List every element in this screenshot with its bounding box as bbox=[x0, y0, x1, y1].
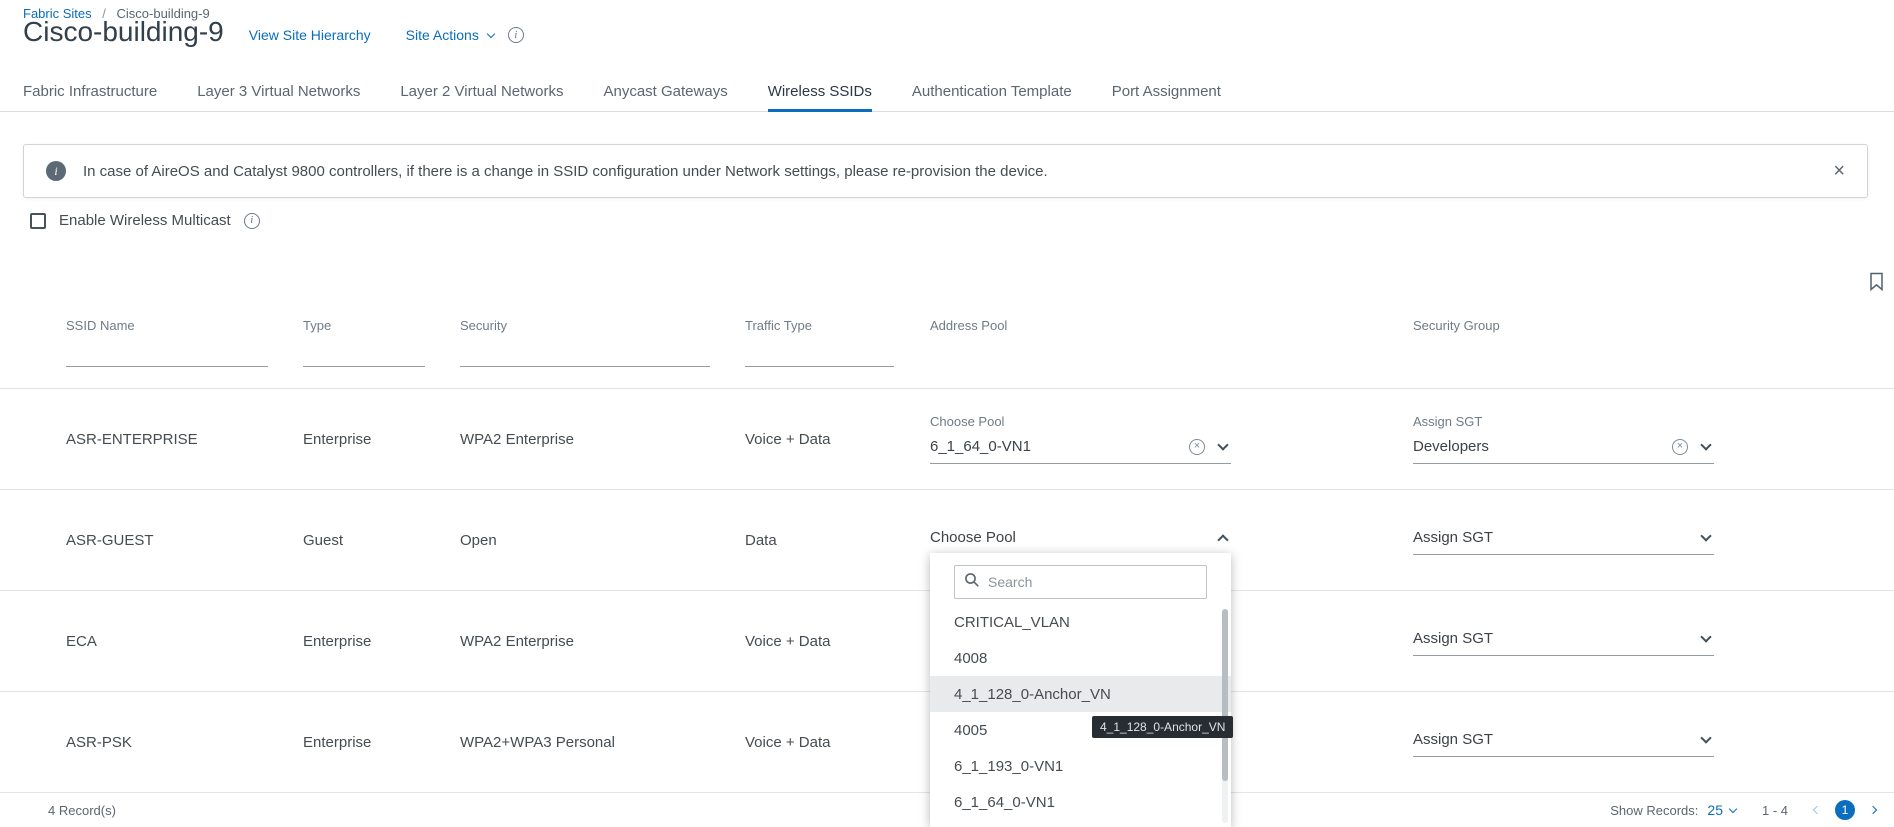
wireless-multicast-label: Enable Wireless Multicast bbox=[59, 212, 231, 229]
page-title: Cisco-building-9 bbox=[23, 16, 224, 47]
page-header: Cisco-building-9 View Site Hierarchy Sit… bbox=[23, 16, 524, 48]
security-group-combobox[interactable]: Assign SGT Developers × bbox=[1413, 414, 1714, 464]
clear-icon[interactable]: × bbox=[1189, 438, 1205, 455]
cell-traffic-type: Voice + Data bbox=[745, 430, 831, 448]
security-group-combobox-label: Assign SGT bbox=[1413, 414, 1483, 429]
table-row: ASR-ENTERPRISE Enterprise WPA2 Enterpris… bbox=[0, 389, 1894, 490]
cell-ssid-name: ASR-GUEST bbox=[66, 531, 154, 549]
previous-page-icon[interactable] bbox=[1812, 805, 1822, 815]
address-pool-dropdown-panel: CRITICAL_VLAN 4008 4_1_128_0-Anchor_VN 4… bbox=[930, 553, 1231, 827]
dropdown-option[interactable]: 6_1_64_0-VN1 bbox=[930, 784, 1231, 820]
dropdown-option[interactable]: 4008 bbox=[930, 640, 1231, 676]
cell-traffic-type: Voice + Data bbox=[745, 733, 831, 751]
cell-ssid-name: ASR-ENTERPRISE bbox=[66, 430, 198, 448]
address-pool-combobox-label: Choose Pool bbox=[930, 414, 1005, 429]
wireless-multicast-checkbox[interactable] bbox=[30, 212, 46, 229]
chevron-down-icon bbox=[486, 29, 496, 38]
column-header-address-pool: Address Pool bbox=[930, 318, 1008, 333]
chevron-down-icon[interactable] bbox=[1700, 439, 1712, 451]
tab-authentication-template[interactable]: Authentication Template bbox=[912, 72, 1072, 111]
column-header-traffic-type: Traffic Type bbox=[745, 318, 812, 333]
security-group-combobox[interactable]: Assign SGT bbox=[1413, 525, 1714, 555]
filter-ssid-name-input[interactable] bbox=[66, 343, 268, 367]
cell-security: WPA2+WPA3 Personal bbox=[460, 733, 615, 751]
page-size-select[interactable]: 25 bbox=[1707, 802, 1723, 818]
column-header-ssid-name: SSID Name bbox=[66, 318, 135, 333]
record-range: 1 - 4 bbox=[1761, 802, 1788, 818]
current-page-badge[interactable]: 1 bbox=[1835, 800, 1855, 820]
tab-anycast-gateways[interactable]: Anycast Gateways bbox=[603, 72, 727, 111]
cell-ssid-name: ECA bbox=[66, 632, 97, 650]
chevron-up-icon[interactable] bbox=[1217, 533, 1229, 546]
security-group-value: Assign SGT bbox=[1413, 529, 1494, 546]
address-pool-value: Choose Pool bbox=[930, 529, 1016, 546]
cell-ssid-name: ASR-PSK bbox=[66, 733, 132, 751]
security-group-combobox[interactable]: Assign SGT bbox=[1413, 727, 1714, 757]
chevron-down-icon[interactable] bbox=[1700, 732, 1712, 744]
enable-wireless-multicast-row: Enable Wireless Multicast i bbox=[30, 212, 260, 229]
dropdown-search-input[interactable] bbox=[988, 574, 1197, 590]
tab-layer2-virtual-networks[interactable]: Layer 2 Virtual Networks bbox=[400, 72, 563, 111]
site-actions-label: Site Actions bbox=[405, 27, 479, 43]
alert-close-icon[interactable]: × bbox=[1833, 161, 1845, 181]
info-alert-banner: i In case of AireOS and Catalyst 9800 co… bbox=[23, 144, 1868, 198]
view-site-hierarchy-link[interactable]: View Site Hierarchy bbox=[249, 27, 371, 43]
filter-security-input[interactable] bbox=[460, 343, 710, 367]
column-header-type: Type bbox=[303, 318, 332, 333]
cell-type: Enterprise bbox=[303, 632, 372, 650]
dropdown-option-list: CRITICAL_VLAN 4008 4_1_128_0-Anchor_VN 4… bbox=[930, 604, 1231, 820]
column-header-security: Security bbox=[460, 318, 507, 333]
address-pool-combobox[interactable]: Choose Pool 6_1_64_0-VN1 × bbox=[930, 414, 1231, 464]
chevron-down-icon[interactable] bbox=[1728, 804, 1738, 813]
address-pool-combobox[interactable]: Choose Pool bbox=[930, 525, 1231, 555]
site-actions-button[interactable]: Site Actions bbox=[405, 27, 496, 43]
cell-type: Enterprise bbox=[303, 733, 372, 751]
alert-info-icon: i bbox=[46, 161, 66, 181]
dropdown-option[interactable]: CRITICAL_VLAN bbox=[930, 604, 1231, 640]
chevron-down-icon[interactable] bbox=[1700, 631, 1712, 643]
security-group-value: Assign SGT bbox=[1413, 731, 1494, 748]
cell-security: WPA2 Enterprise bbox=[460, 430, 574, 448]
chevron-down-icon[interactable] bbox=[1217, 439, 1229, 451]
show-records-label: Show Records: bbox=[1610, 802, 1699, 818]
chevron-down-icon[interactable] bbox=[1700, 530, 1712, 542]
address-pool-value: 6_1_64_0-VN1 bbox=[930, 438, 1031, 455]
records-count: 4 Record(s) bbox=[48, 802, 116, 818]
tab-wireless-ssids[interactable]: Wireless SSIDs bbox=[767, 72, 873, 112]
filter-traffic-type-input[interactable] bbox=[745, 343, 894, 367]
security-group-value: Developers bbox=[1413, 438, 1489, 455]
column-header-security-group: Security Group bbox=[1413, 318, 1500, 333]
bookmark-icon[interactable] bbox=[1869, 272, 1884, 296]
dropdown-option[interactable]: 4_1_128_0-Anchor_VN bbox=[930, 676, 1231, 712]
cell-security: Open bbox=[460, 531, 497, 549]
option-tooltip: 4_1_128_0-Anchor_VN bbox=[1092, 716, 1234, 738]
dropdown-option[interactable]: 6_1_193_0-VN1 bbox=[930, 748, 1231, 784]
clear-icon[interactable]: × bbox=[1672, 438, 1688, 455]
info-icon[interactable]: i bbox=[507, 27, 524, 43]
dropdown-search-box[interactable] bbox=[954, 565, 1207, 599]
cell-security: WPA2 Enterprise bbox=[460, 632, 574, 650]
table-header: SSID Name Type Security Traffic Type Add… bbox=[0, 306, 1894, 389]
tab-port-assignment[interactable]: Port Assignment bbox=[1112, 72, 1221, 111]
next-page-icon[interactable] bbox=[1868, 805, 1878, 815]
filter-type-input[interactable] bbox=[303, 343, 425, 367]
cell-traffic-type: Voice + Data bbox=[745, 632, 831, 650]
tab-layer3-virtual-networks[interactable]: Layer 3 Virtual Networks bbox=[197, 72, 360, 111]
multicast-info-icon[interactable]: i bbox=[243, 212, 260, 229]
security-group-combobox[interactable]: Assign SGT bbox=[1413, 626, 1714, 656]
tab-bar: Fabric Infrastructure Layer 3 Virtual Ne… bbox=[0, 72, 1894, 112]
tab-fabric-infrastructure[interactable]: Fabric Infrastructure bbox=[23, 72, 157, 111]
security-group-value: Assign SGT bbox=[1413, 630, 1494, 647]
alert-message: In case of AireOS and Catalyst 9800 cont… bbox=[83, 162, 1048, 180]
search-icon bbox=[964, 572, 980, 593]
cell-type: Enterprise bbox=[303, 430, 372, 448]
dropdown-scrollbar-thumb[interactable] bbox=[1222, 609, 1228, 781]
cell-traffic-type: Data bbox=[745, 531, 777, 549]
cell-type: Guest bbox=[303, 531, 344, 549]
